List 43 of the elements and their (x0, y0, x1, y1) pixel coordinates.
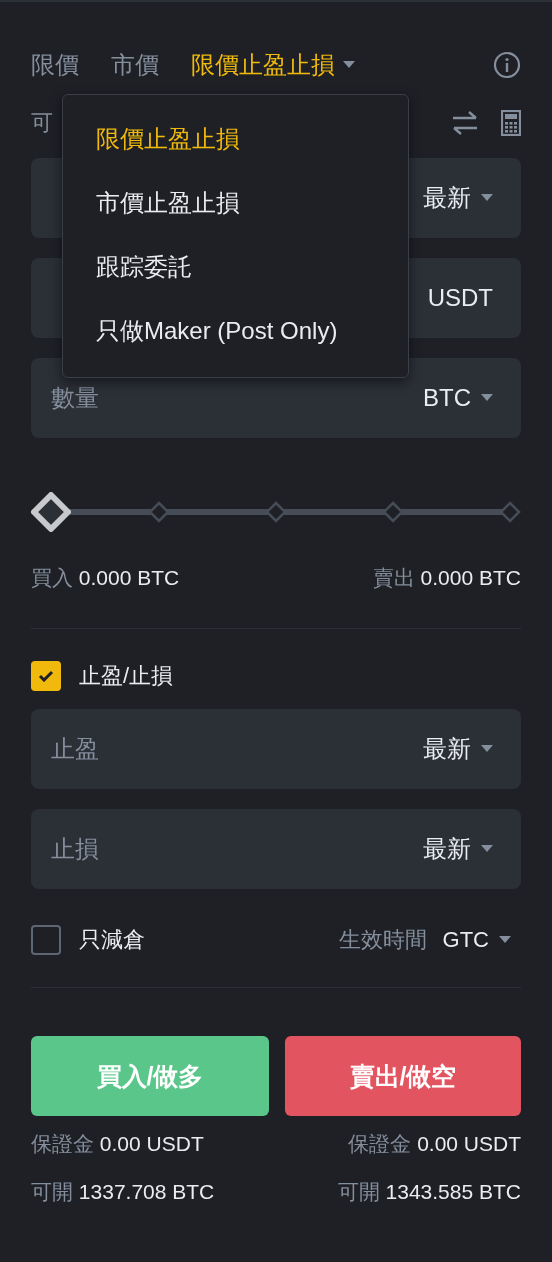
check-icon (38, 670, 54, 682)
placeholder-text: 止損 (51, 834, 100, 864)
time-in-force-selector[interactable]: GTC (442, 927, 511, 953)
info-icon[interactable] (493, 51, 521, 79)
info-text: 賣出 0.000 BTC (372, 565, 521, 591)
info-text: 保證金 0.00 USDT (348, 1131, 521, 1157)
menu-item[interactable]: 市價止盈止損 (63, 171, 408, 235)
slider-step-icon (148, 501, 170, 523)
menu-item[interactable]: 跟踪委託 (63, 235, 408, 299)
input-field[interactable]: 止損 最新 (31, 809, 521, 889)
checkbox-label: 止盈/止損 (79, 662, 174, 690)
menu-item[interactable]: 限價止盈止損 (63, 107, 408, 171)
checkbox-label: 只減倉 (79, 926, 145, 954)
time-in-force-label: 生效時間 (338, 926, 427, 954)
available-label: 可 (31, 109, 53, 137)
unit-selector[interactable]: USDT (427, 284, 493, 312)
info-text: 可開 1337.708 BTC (31, 1179, 215, 1205)
reduce-only-checkbox[interactable] (31, 925, 61, 955)
unit-selector[interactable]: 最新 (423, 833, 493, 865)
info-text: 買入 0.000 BTC (31, 565, 180, 591)
unit-selector[interactable]: 最新 (423, 733, 493, 765)
slider-step-icon (265, 501, 287, 523)
order-type-tab[interactable]: 限價止盈止損 (191, 49, 355, 81)
slider-step-icon (499, 501, 521, 523)
tp-sl-checkbox[interactable] (31, 661, 61, 691)
caret-icon (481, 845, 493, 853)
unit-selector[interactable]: 最新 (423, 182, 493, 214)
slider-thumb[interactable] (31, 492, 71, 532)
swap-icon[interactable] (451, 110, 479, 136)
caret-icon (481, 745, 493, 753)
sell-button[interactable]: 賣出/做空 (285, 1036, 521, 1116)
caret-icon (499, 936, 511, 944)
info-text: 保證金 0.00 USDT (31, 1131, 204, 1157)
order-type-tab[interactable]: 限價 (31, 49, 79, 81)
calculator-icon[interactable] (501, 110, 521, 136)
slider-track[interactable] (31, 492, 521, 532)
slider-step-icon (382, 501, 404, 523)
placeholder-text: 數量 (51, 383, 100, 413)
info-text: 可開 1343.585 BTC (337, 1179, 521, 1205)
input-field[interactable]: 止盈 最新 (31, 709, 521, 789)
placeholder-text: 止盈 (51, 734, 100, 764)
unit-selector[interactable]: BTC (423, 384, 493, 412)
order-type-tab[interactable]: 市價 (111, 49, 159, 81)
